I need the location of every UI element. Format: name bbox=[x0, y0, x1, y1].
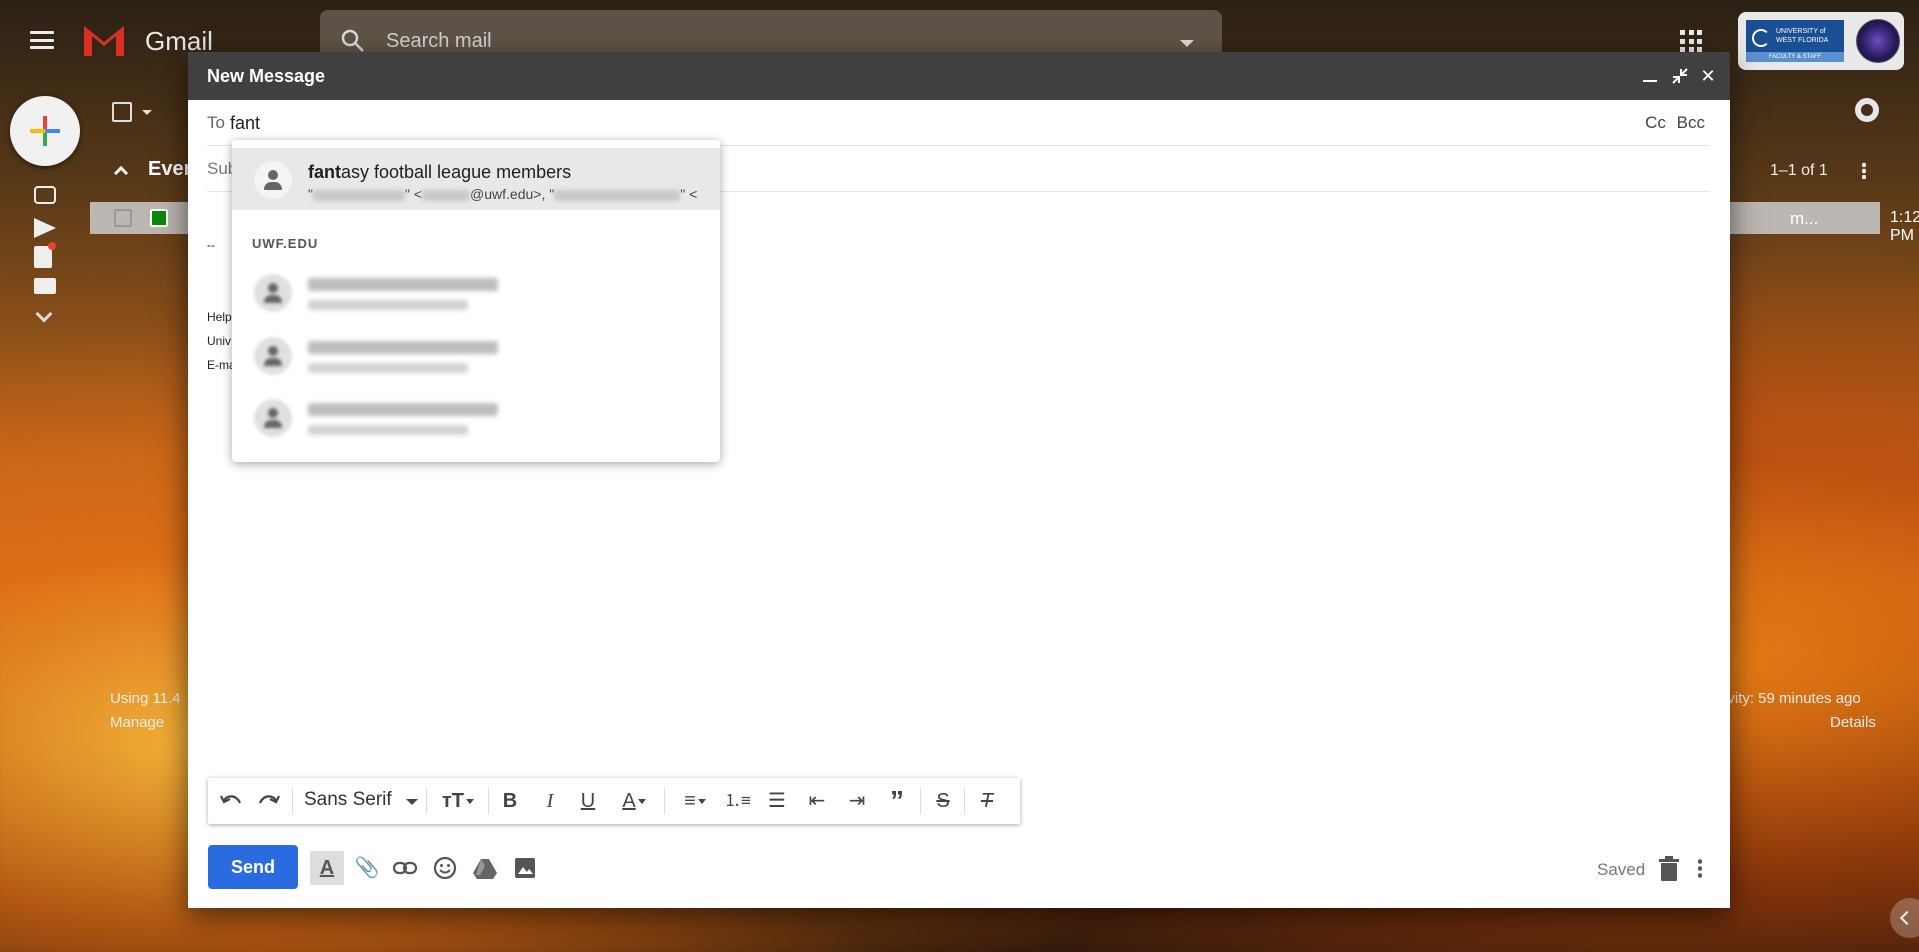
chat-icon[interactable] bbox=[34, 186, 56, 204]
autocomplete-section-header: UWF.EDU bbox=[252, 236, 319, 251]
select-menu-icon[interactable] bbox=[142, 110, 152, 115]
search-icon[interactable] bbox=[340, 28, 366, 54]
underline-icon[interactable]: U bbox=[576, 789, 600, 813]
signature-line[interactable]: Help bbox=[207, 310, 232, 324]
section-title[interactable]: Ever bbox=[148, 158, 191, 181]
photo-icon[interactable] bbox=[512, 855, 538, 881]
minimize-icon[interactable] bbox=[1640, 66, 1660, 86]
pager-text: 1–1 of 1 bbox=[1770, 162, 1828, 179]
row-check-icon[interactable] bbox=[150, 209, 168, 227]
row-snippet: m... bbox=[1790, 209, 1819, 228]
drive-icon[interactable] bbox=[472, 855, 498, 881]
signature-line[interactable]: Univ bbox=[207, 334, 231, 348]
trash-icon[interactable] bbox=[1657, 856, 1681, 882]
to-input[interactable] bbox=[230, 109, 630, 137]
uwf-logo: UNIVERSITY of WEST FLORIDA FACULTY & STA… bbox=[1746, 20, 1844, 62]
autocomplete-item[interactable] bbox=[254, 395, 694, 445]
signature-line[interactable]: -- bbox=[207, 238, 215, 252]
storage-usage: Using 11.4 bbox=[110, 690, 181, 707]
contact-avatar-icon bbox=[254, 161, 292, 199]
row-time: 1:12 PM bbox=[1890, 209, 1919, 244]
font-family-caret-icon[interactable] bbox=[406, 799, 418, 805]
expand-more-icon[interactable] bbox=[35, 305, 53, 323]
details-link[interactable]: Details bbox=[1830, 714, 1876, 731]
main-menu-icon[interactable] bbox=[28, 26, 56, 54]
saved-status: Saved bbox=[1597, 860, 1646, 879]
mail-icon[interactable] bbox=[34, 278, 56, 294]
suggestion-emails: " " < @uwf.edu>, " " < bbox=[308, 186, 698, 202]
strikethrough-icon[interactable]: S bbox=[930, 789, 956, 813]
autocomplete-item[interactable]: fantasy football league members " " < @uwf… bbox=[232, 148, 720, 210]
compose-header[interactable]: New Message ✕ bbox=[188, 52, 1730, 100]
to-label: To bbox=[207, 113, 225, 132]
sent-icon[interactable] bbox=[34, 218, 56, 238]
exit-fullscreen-icon[interactable] bbox=[1670, 66, 1690, 86]
chevron-up-icon[interactable] bbox=[113, 165, 129, 181]
emoji-icon[interactable] bbox=[432, 855, 458, 881]
bold-icon[interactable]: B bbox=[498, 789, 522, 813]
cc-link[interactable]: Cc bbox=[1645, 113, 1666, 132]
attach-icon[interactable]: 📎 bbox=[354, 855, 380, 881]
select-all-checkbox[interactable] bbox=[112, 102, 132, 122]
formatting-toggle-icon[interactable]: A bbox=[310, 851, 344, 885]
send-button[interactable]: Send bbox=[208, 845, 298, 889]
gmail-logo-icon[interactable] bbox=[82, 22, 126, 58]
last-activity: ivity: 59 minutes ago bbox=[1724, 690, 1861, 707]
quote-icon[interactable]: ” bbox=[884, 787, 910, 815]
compose-fab-button[interactable] bbox=[10, 96, 80, 166]
indent-more-icon[interactable]: ⇥ bbox=[844, 789, 870, 813]
search-options-icon[interactable] bbox=[1180, 40, 1194, 47]
drafts-icon[interactable] bbox=[34, 242, 56, 268]
row-checkbox[interactable] bbox=[114, 209, 132, 227]
gear-icon[interactable] bbox=[1855, 98, 1879, 122]
autocomplete-item[interactable] bbox=[254, 333, 694, 383]
undo-icon[interactable] bbox=[218, 789, 244, 813]
search-placeholder[interactable]: Search mail bbox=[386, 30, 492, 53]
more-options-icon[interactable] bbox=[1698, 858, 1702, 878]
bcc-link[interactable]: Bcc bbox=[1677, 113, 1705, 132]
link-icon[interactable] bbox=[392, 855, 418, 881]
side-panel-toggle-icon[interactable] bbox=[1890, 898, 1919, 938]
text-size-icon[interactable]: тТ bbox=[438, 789, 478, 813]
compose-title[interactable]: New Message bbox=[207, 66, 325, 87]
suggestion-name[interactable]: fantasy football league members bbox=[308, 162, 571, 183]
redo-icon[interactable] bbox=[256, 789, 282, 813]
formatting-toolbar: Sans Serif тТ B I U A ≡ ⒈≡ ☰ ⇤ ⇥ ” S T bbox=[208, 778, 1020, 824]
indent-less-icon[interactable]: ⇤ bbox=[804, 789, 830, 813]
numbered-list-icon[interactable]: ⒈≡ bbox=[724, 789, 751, 813]
font-family-select[interactable]: Sans Serif bbox=[304, 789, 392, 811]
list-more-icon[interactable] bbox=[1862, 162, 1866, 180]
autocomplete-item[interactable] bbox=[254, 270, 694, 320]
bulleted-list-icon[interactable]: ☰ bbox=[764, 789, 790, 813]
account-switcher[interactable]: UNIVERSITY of WEST FLORIDA FACULTY & STA… bbox=[1738, 12, 1904, 70]
close-icon[interactable]: ✕ bbox=[1698, 66, 1718, 86]
account-avatar[interactable] bbox=[1856, 19, 1900, 63]
align-icon[interactable]: ≡ bbox=[674, 789, 716, 813]
text-color-icon[interactable]: A bbox=[614, 789, 654, 813]
cc-bcc-links: Cc Bcc bbox=[1639, 113, 1705, 133]
italic-icon[interactable]: I bbox=[538, 789, 562, 813]
recipient-autocomplete: fantasy football league members " " < @uwf… bbox=[232, 140, 720, 462]
manage-link[interactable]: Manage bbox=[110, 714, 164, 731]
remove-formatting-icon[interactable]: T bbox=[974, 789, 1000, 813]
google-apps-icon[interactable] bbox=[1680, 30, 1702, 52]
